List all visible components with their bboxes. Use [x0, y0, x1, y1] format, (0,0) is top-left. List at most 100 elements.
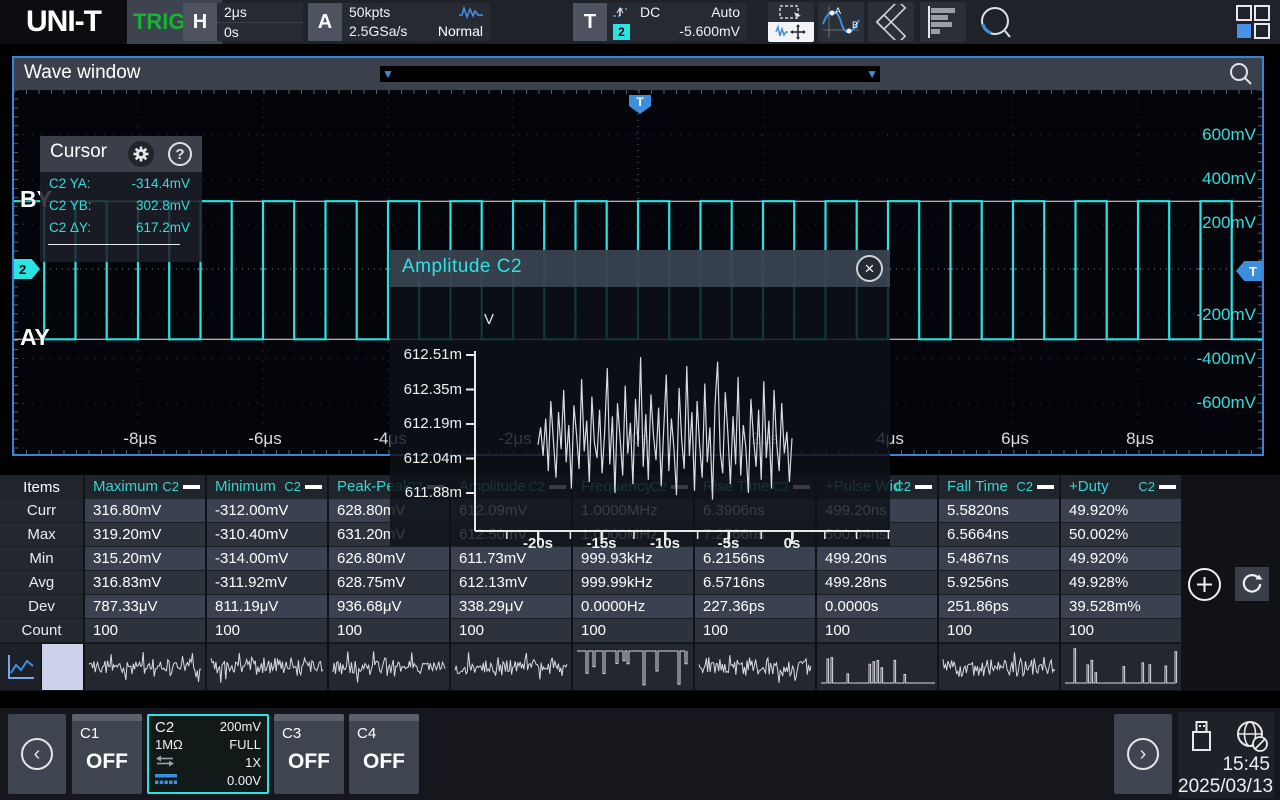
trend-x-tick-label: -20s — [510, 536, 566, 552]
row-label-max: Max — [0, 523, 83, 547]
measure-sparkline — [939, 644, 1059, 690]
usb-icon — [1186, 718, 1216, 759]
measure-cell-count: 100 — [451, 619, 571, 643]
window-layout-button[interactable] — [1230, 2, 1276, 42]
acquire-key[interactable]: A — [308, 3, 342, 41]
horizontal-position-scrollbar[interactable]: ▼ ▼ — [380, 66, 880, 82]
trend-y-tick-label: 611.88m — [398, 485, 462, 501]
stat-color-swatch[interactable] — [42, 644, 83, 690]
cursor-panel[interactable]: Cursor ? C2 YA: -314.4mV C2 YB: 302.8mV — [40, 136, 202, 262]
measure-cell-avg: 628.75mV — [329, 571, 449, 595]
cursor-yb-label: C2 YB: — [49, 198, 92, 213]
measure-column-header[interactable]: +DutyC2 — [1061, 475, 1181, 499]
trigger-level-value: -5.600mV — [672, 22, 747, 41]
measure-cell-curr: -312.00mV — [207, 499, 327, 523]
measure-cell-count: 100 — [939, 619, 1059, 643]
row-label-count: Count — [0, 619, 83, 643]
measure-cell-avg: 6.5716ns — [695, 571, 815, 595]
channel-2-impedance: 1MΩ — [155, 737, 183, 752]
time-label: 6μs — [980, 430, 1050, 448]
measure-sparkline — [817, 644, 937, 690]
channels-next-button[interactable]: › — [1114, 714, 1172, 794]
channel-3-card[interactable]: C3 OFF — [274, 714, 344, 794]
cursor-row-yb: C2 YB: 302.8mV — [40, 196, 202, 217]
window-zoom-button[interactable] — [1228, 61, 1254, 87]
cursor-help-button[interactable]: ? — [168, 142, 192, 166]
measure-sparkline — [451, 644, 571, 690]
amplitude-trend-popup[interactable]: Amplitude C2 × 612.51m612.35m612.19m612.… — [390, 250, 890, 546]
measure-cell-max: 319.20mV — [85, 523, 205, 547]
measure-cell-count: 100 — [207, 619, 327, 643]
acquire-block[interactable]: A 50kpts 2.5GSa/s Normal — [308, 3, 490, 41]
chevron-right-icon: › — [1127, 738, 1159, 770]
measure-cell-curr: 316.80mV — [85, 499, 205, 523]
horizontal-key[interactable]: H — [183, 3, 217, 41]
trigger-block[interactable]: T DC Auto 2 -5.600mV — [573, 3, 747, 41]
histogram-button[interactable] — [920, 2, 966, 42]
measure-cell-count: 100 — [573, 619, 693, 643]
magnifier-icon — [1228, 61, 1254, 87]
channel-4-card[interactable]: C4 OFF — [349, 714, 419, 794]
measure-channel: C2 — [284, 479, 301, 494]
measure-channel: C2 — [1138, 479, 1155, 494]
measure-legend-dash — [1159, 485, 1176, 489]
trend-y-tick-label: 612.35m — [398, 382, 462, 398]
cursor-settings-button[interactable] — [128, 141, 154, 167]
measure-cell-count: 100 — [85, 619, 205, 643]
trigger-key[interactable]: T — [573, 3, 607, 41]
reset-statistics-button[interactable] — [1235, 567, 1269, 601]
measure-column-header[interactable]: Fall TimeC2 — [939, 475, 1059, 499]
cursor-panel-header: Cursor ? — [40, 136, 202, 172]
trend-y-tick-label: 612.19m — [398, 416, 462, 432]
popup-header[interactable]: Amplitude C2 × — [390, 250, 890, 287]
channel-3-id: C3 — [282, 725, 301, 742]
voltage-label: -400mV — [1186, 350, 1256, 368]
channels-prev-button[interactable]: ‹ — [8, 714, 66, 794]
popup-close-button[interactable]: × — [856, 255, 883, 282]
row-label-avg: Avg — [0, 571, 83, 595]
trend-unit-label: V — [484, 311, 494, 328]
measure-cell-count: 100 — [695, 619, 815, 643]
measure-column-header[interactable]: MaximumC2 — [85, 475, 205, 499]
system-info-panel[interactable]: 15:45 2025/03/13 — [1178, 712, 1274, 798]
gear-icon — [132, 145, 150, 163]
add-measure-button[interactable] — [1188, 568, 1221, 601]
trend-x-tick-label: 0s — [764, 536, 820, 552]
cursor-a-label[interactable]: AY — [20, 324, 50, 351]
cursor-yb-value: 302.8mV — [136, 198, 190, 213]
self-cal-button[interactable] — [972, 2, 1018, 42]
measure-cell-dev: 338.29μV — [451, 595, 571, 619]
acquire-mode-value: Normal — [431, 22, 490, 41]
cursor-ab-button[interactable]: AB — [818, 2, 864, 42]
measure-legend-dash — [1037, 485, 1054, 489]
measure-cell-min: 49.920% — [1061, 547, 1181, 571]
brand-logo: UNI-T — [0, 0, 127, 44]
channel-1-card[interactable]: C1 OFF — [72, 714, 142, 794]
card-strip — [72, 714, 142, 721]
voltage-label: -200mV — [1186, 306, 1256, 324]
channel-2-card[interactable]: C2 200mV 1MΩ FULL 1X 0.00V — [147, 714, 269, 794]
measure-column-header[interactable]: Minimum C2 — [207, 475, 327, 499]
trend-x-tick-label: -10s — [637, 536, 693, 552]
scrollbar-right-marker-icon[interactable]: ▼ — [866, 66, 878, 82]
wave-window-header: Wave window ▼ ▼ — [14, 58, 1262, 90]
scrollbar-left-marker-icon[interactable]: ▼ — [382, 66, 394, 82]
refresh-icon — [1240, 572, 1264, 596]
measure-sparkline — [695, 644, 815, 690]
network-disconnected-icon — [1234, 718, 1270, 759]
measure-tools-button[interactable] — [868, 2, 914, 42]
cursor-select-button[interactable] — [768, 2, 814, 42]
trend-chart-toggle[interactable] — [0, 644, 41, 690]
horizontal-block[interactable]: H 2μs 0s — [183, 3, 303, 41]
top-bar: UNI-T TRIGED H 2μs 0s A 50kpts 2.5GSa/s … — [0, 0, 1280, 44]
cursor-ya-label: C2 YA: — [49, 176, 91, 191]
channel-1-id: C1 — [80, 725, 99, 742]
card-strip — [349, 714, 419, 721]
measure-cell-avg: 49.928% — [1061, 571, 1181, 595]
trend-chart-icon — [6, 653, 36, 681]
measure-name: Minimum — [215, 478, 276, 495]
voltage-label: 200mV — [1186, 214, 1256, 232]
measure-cell-max: 50.002% — [1061, 523, 1181, 547]
horizontal-offset-value: 0s — [217, 23, 303, 42]
cursor-dy-value: 617.2mV — [136, 220, 190, 235]
